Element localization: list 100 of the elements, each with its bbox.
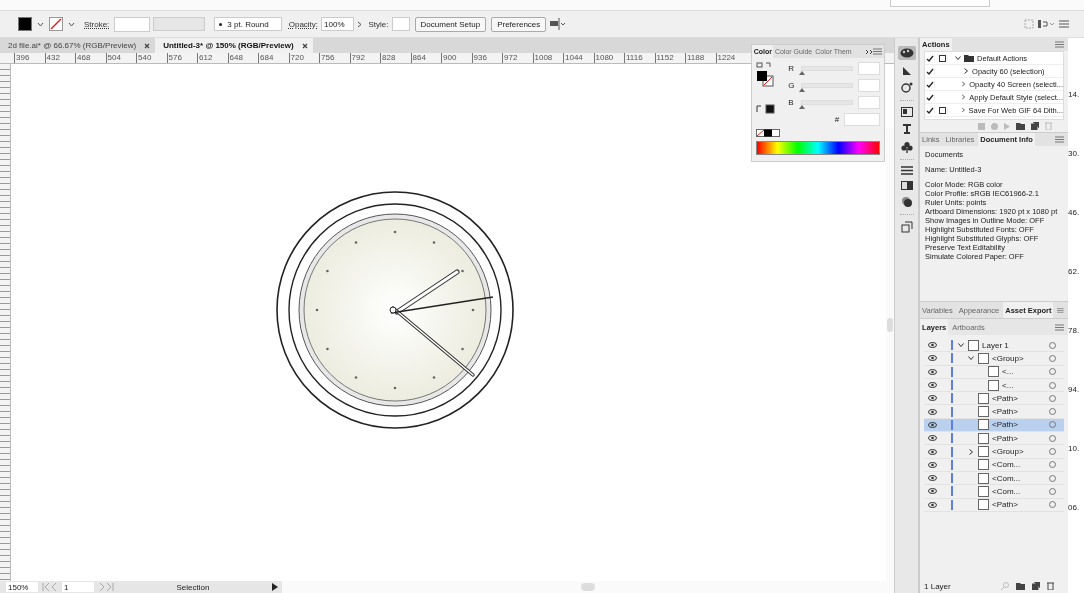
preset-swatches-icon[interactable] xyxy=(756,129,781,137)
export-icon[interactable] xyxy=(900,221,913,233)
hex-field[interactable] xyxy=(844,113,881,126)
eye-icon[interactable] xyxy=(928,342,938,349)
eye-icon[interactable] xyxy=(928,501,938,508)
zoom-dropdown[interactable]: 150% xyxy=(6,582,38,592)
layer-row[interactable]: <Path> xyxy=(924,405,1065,419)
gradient-icon[interactable] xyxy=(901,66,912,76)
channel-value-field[interactable] xyxy=(858,79,881,92)
eye-icon[interactable] xyxy=(928,488,938,495)
play-icon[interactable] xyxy=(272,583,278,591)
document-tab[interactable]: 2d file.ai* @ 66.67% (RGB/Preview) xyxy=(0,38,156,53)
checkmark-icon[interactable] xyxy=(925,93,934,101)
panel-menu-icon[interactable] xyxy=(1055,41,1065,48)
eye-icon[interactable] xyxy=(928,368,938,375)
panel-menu-icon[interactable] xyxy=(1055,136,1065,143)
stroke-lines-icon[interactable] xyxy=(900,166,913,175)
toolbar-button[interactable]: Document Setup xyxy=(414,16,487,32)
fill-swatch[interactable] xyxy=(18,17,32,31)
close-icon[interactable] xyxy=(301,42,308,49)
layer-row[interactable]: <Group> xyxy=(924,445,1065,459)
chevron-icon[interactable] xyxy=(968,448,975,455)
color-spectrum[interactable] xyxy=(756,141,881,155)
eye-icon[interactable] xyxy=(928,475,938,482)
magnifier-icon[interactable] xyxy=(900,82,913,94)
eye-icon[interactable] xyxy=(928,448,938,455)
new-layer-icon[interactable] xyxy=(1032,582,1041,590)
toolbar-button[interactable]: Preferences xyxy=(491,16,547,32)
chevron-icon[interactable] xyxy=(958,342,965,349)
trash-icon[interactable] xyxy=(1047,582,1055,590)
slider-thumb[interactable] xyxy=(799,88,806,92)
dialog-toggle-icon[interactable] xyxy=(939,106,947,114)
palette-icon[interactable] xyxy=(897,46,916,60)
transparency-icon[interactable] xyxy=(900,181,913,190)
scrollbar[interactable] xyxy=(886,128,895,581)
layer-thumbnail xyxy=(978,352,990,364)
checkmark-icon[interactable] xyxy=(925,106,934,114)
slider-thumb[interactable] xyxy=(799,71,806,75)
channel-value-field[interactable] xyxy=(858,96,881,109)
ruler-label: 792 xyxy=(349,53,380,63)
overlap-circles-icon[interactable] xyxy=(900,196,913,208)
artboard-field[interactable]: 1 xyxy=(62,582,94,592)
layer-row[interactable]: <... xyxy=(924,365,1065,379)
chevron-icon[interactable] xyxy=(356,20,362,28)
caret-icon[interactable] xyxy=(37,21,44,27)
folder-icon[interactable] xyxy=(1016,582,1026,590)
eye-icon[interactable] xyxy=(928,408,938,415)
chevron-icon[interactable] xyxy=(963,68,970,74)
checkmark-icon[interactable] xyxy=(925,67,934,75)
layer-row[interactable]: <Path> xyxy=(924,392,1065,406)
layer-row[interactable]: Layer 1 xyxy=(924,339,1065,353)
panel-menu-icon[interactable] xyxy=(1055,323,1065,331)
layer-row[interactable]: <Com... xyxy=(924,471,1065,486)
eye-icon[interactable] xyxy=(928,382,938,389)
caret-icon[interactable] xyxy=(68,21,75,27)
arrange-icon[interactable] xyxy=(1037,19,1055,29)
layer-row[interactable]: <Com... xyxy=(924,458,1065,472)
layer-row[interactable]: <... xyxy=(924,378,1065,393)
ruler-label: 1044 xyxy=(563,53,594,63)
folder-icon[interactable] xyxy=(1016,122,1026,130)
chevron-icon[interactable] xyxy=(968,355,975,362)
brush-dot-icon xyxy=(219,22,223,26)
stroke-swatch[interactable] xyxy=(49,17,63,31)
fill-stroke-swatch-icon[interactable] xyxy=(756,62,775,88)
layer-row[interactable]: <Com... xyxy=(924,485,1065,499)
layer-thumbnail xyxy=(988,379,1000,391)
slider-thumb[interactable] xyxy=(799,105,806,109)
layer-name: <Path> xyxy=(992,500,1018,510)
ruler-label: 504 xyxy=(105,53,136,63)
eye-icon[interactable] xyxy=(928,461,938,468)
channel-value-field[interactable] xyxy=(858,62,881,75)
new-item-icon[interactable] xyxy=(1031,122,1040,130)
search-field[interactable] xyxy=(890,0,990,7)
dialog-toggle-icon[interactable] xyxy=(939,54,947,62)
club-icon[interactable] xyxy=(900,141,913,153)
stroke-weight-field[interactable] xyxy=(114,16,151,32)
eye-icon[interactable] xyxy=(928,355,938,362)
document-tab[interactable]: Untitled-3* @ 150% (RGB/Preview) xyxy=(155,38,313,53)
chevron-icon[interactable] xyxy=(955,55,962,61)
align-icon[interactable] xyxy=(549,18,566,30)
chevron-icon[interactable] xyxy=(960,107,966,113)
horizontal-scrollbar[interactable] xyxy=(282,581,895,593)
expand-icon[interactable] xyxy=(865,48,874,55)
layer-row[interactable]: <Path> xyxy=(924,432,1065,446)
opacity-field[interactable]: 100% xyxy=(321,17,354,31)
layer-name: <Com... xyxy=(992,473,1021,483)
eye-icon[interactable] xyxy=(928,435,938,442)
brush-dropdown[interactable]: 3 pt. Round xyxy=(214,17,282,31)
layer-row[interactable]: <Group> xyxy=(924,352,1065,366)
eye-icon[interactable] xyxy=(928,395,938,402)
checkmark-icon[interactable] xyxy=(925,80,934,88)
close-icon[interactable] xyxy=(144,42,151,49)
panel-menu-icon[interactable] xyxy=(873,48,883,55)
checkmark-icon[interactable] xyxy=(925,54,934,62)
eye-icon[interactable] xyxy=(928,421,938,428)
out-of-gamut-icon[interactable] xyxy=(756,103,777,114)
layer-thumbnail xyxy=(978,499,990,511)
layer-row[interactable]: <Path> xyxy=(924,498,1065,512)
edge-label: 78. xyxy=(1068,326,1081,335)
image-icon[interactable] xyxy=(900,107,913,117)
